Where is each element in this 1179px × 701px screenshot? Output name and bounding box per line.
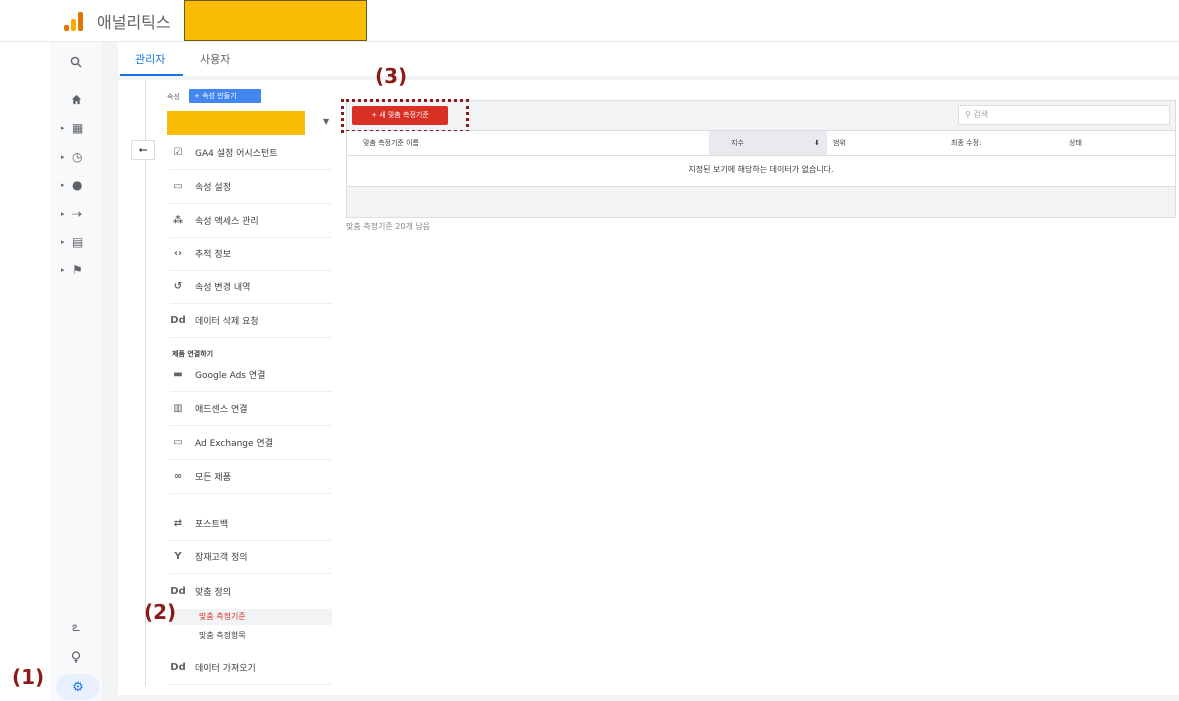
menu-data-import[interactable]: Dd 데이터 가져오기 xyxy=(170,651,332,685)
property-label: 속성 xyxy=(167,93,180,101)
menu-ga4-setup-assistant[interactable]: ☑ GA4 설정 어시스턴트 xyxy=(170,136,332,170)
column-header-index[interactable]: 지수 xyxy=(709,131,827,155)
create-property-button[interactable]: + 속성 만들기 xyxy=(189,89,261,103)
menu-ad-exchange-link[interactable]: ▭ Ad Exchange 연결 xyxy=(170,426,332,460)
column-header-name[interactable]: 맞춤 측정기준 이름 xyxy=(363,131,419,155)
column-header-status[interactable]: 상태 xyxy=(1069,131,1082,155)
menu-change-history[interactable]: ↺ 속성 변경 내역 xyxy=(170,270,332,304)
column-header-scope[interactable]: 범위 xyxy=(833,131,846,155)
menu-tracking-info[interactable]: ‹› 추적 정보 xyxy=(170,237,332,271)
active-tab-indicator xyxy=(120,74,183,76)
annotation-label-1: (1) xyxy=(12,665,45,689)
table-empty-message: 지정된 보기에 해당하는 데이터가 없습니다. xyxy=(346,156,1176,186)
window-icon: ▭ xyxy=(173,181,183,192)
menu-property-access[interactable]: ⁂ 속성 액세스 관리 xyxy=(170,204,332,238)
flag-icon: ⚑ xyxy=(72,263,83,277)
menu-google-ads-link[interactable]: ▬ Google Ads 연결 xyxy=(170,358,332,392)
search-icon[interactable] xyxy=(50,48,102,76)
top-bar: 애널리틱스 xyxy=(0,0,1179,42)
back-arrow-icon[interactable]: ⭠ xyxy=(131,140,155,160)
realtime-nav[interactable]: ▸ ◷ xyxy=(50,143,102,171)
submenu-custom-metrics[interactable]: 맞춤 측정항목 xyxy=(170,628,332,644)
adsense-icon: ▥ xyxy=(173,403,183,414)
postback-icon: ⇄ xyxy=(173,518,183,529)
column-header-last-modified[interactable]: 최종 수정: xyxy=(951,131,981,155)
annotation-label-3: (3) xyxy=(375,64,408,88)
account-selector-redacted[interactable] xyxy=(184,0,367,41)
table-footer xyxy=(346,186,1176,218)
person-icon: ● xyxy=(72,178,83,192)
people-icon: ⁂ xyxy=(172,215,184,226)
ads-icon: ▬ xyxy=(173,369,183,380)
checkbox-icon: ☑ xyxy=(173,147,183,158)
dd-icon: Dd xyxy=(170,585,186,597)
search-placeholder: 검색 xyxy=(973,110,989,119)
behavior-nav[interactable]: ▸ ▤ xyxy=(50,228,102,256)
code-icon: ‹› xyxy=(173,248,183,259)
dashboard-icon: ▦ xyxy=(72,121,84,135)
menu-audience-definitions[interactable]: Y 잠재고객 정의 xyxy=(170,540,332,574)
tab-admin[interactable]: 관리자 xyxy=(135,51,165,67)
customization-nav[interactable]: ▸ ▦ xyxy=(50,114,102,142)
lightbulb-icon[interactable] xyxy=(50,643,102,671)
annotation-highlight-box xyxy=(341,99,469,133)
acquisition-nav[interactable]: ▸ ⇢ xyxy=(50,200,102,228)
search-icon: ⚲ xyxy=(965,110,971,119)
annotation-label-2: (2) xyxy=(144,600,177,624)
chevron-down-icon[interactable]: ▼ xyxy=(323,117,329,126)
property-selector-redacted[interactable] xyxy=(167,111,305,135)
history-icon: ↺ xyxy=(173,281,183,292)
analytics-logo[interactable] xyxy=(64,11,84,31)
audience-icon: Y xyxy=(174,551,182,562)
conversions-nav[interactable]: ▸ ⚑ xyxy=(50,256,102,284)
admin-gear-icon[interactable]: ⚙ xyxy=(56,674,100,700)
menu-postback[interactable]: ⇄ 포스트백 xyxy=(170,507,332,541)
remaining-count: 맞춤 측정기준 20개 남음 xyxy=(346,222,431,231)
dd-icon: Dd xyxy=(170,315,186,326)
submenu-custom-dimensions[interactable]: 맞춤 측정기준 xyxy=(170,609,332,625)
menu-adsense-link[interactable]: ▥ 애드센스 연결 xyxy=(170,392,332,426)
admin-tabs: 관리자 사용자 xyxy=(118,42,1179,76)
sort-down-icon[interactable]: ⬇ xyxy=(814,131,820,155)
column-divider xyxy=(145,80,146,686)
app-title: 애널리틱스 xyxy=(97,13,171,32)
window-icon: ▭ xyxy=(173,437,183,448)
menu-all-products[interactable]: ∞ 모든 제품 xyxy=(170,460,332,494)
tab-users[interactable]: 사용자 xyxy=(200,51,230,67)
attribution-icon[interactable]: ఽ xyxy=(50,615,102,643)
left-navigation-rail: ▸ ▦ ▸ ◷ ▸ ● ▸ ⇢ ▸ ▤ ▸ ⚑ ఽ xyxy=(50,42,102,701)
behavior-icon: ▤ xyxy=(72,235,84,249)
search-input[interactable]: ⚲ 검색 xyxy=(958,105,1170,125)
audience-nav[interactable]: ▸ ● xyxy=(50,171,102,199)
menu-property-settings[interactable]: ▭ 속성 설정 xyxy=(170,170,332,204)
dd-icon: Dd xyxy=(170,662,186,673)
link-icon: ∞ xyxy=(173,471,183,482)
menu-custom-definitions[interactable]: Dd 맞춤 정의 xyxy=(170,574,332,608)
acquisition-icon: ⇢ xyxy=(72,207,83,221)
table-header: 맞춤 측정기준 이름 지수 ⬇ 범위 최종 수정: 상태 xyxy=(346,131,1176,156)
home-icon[interactable] xyxy=(50,85,102,113)
menu-data-deletion[interactable]: Dd 데이터 삭제 요청 xyxy=(170,304,332,338)
clock-icon: ◷ xyxy=(72,150,83,164)
